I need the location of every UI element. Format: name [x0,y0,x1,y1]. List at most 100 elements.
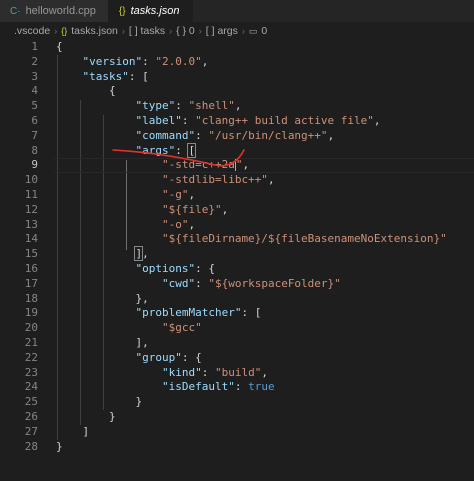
tab-tasks-json[interactable]: {} tasks.json [108,0,193,22]
line-number: 4 [31,84,38,98]
line-number: 21 [24,336,38,349]
chevron-right-icon: › [54,26,58,36]
code-line: 24 "isDefault": true [0,380,474,395]
code-line-current: 9 "-std=c++2a", [0,158,474,174]
chevron-right-icon: › [198,26,202,36]
json-file-icon: {} [61,26,68,36]
line-number: 9 [31,158,38,172]
code-line: 15 ], [0,246,474,262]
json-string: "${workspaceFolder}" [208,276,341,290]
json-key: "tasks" [82,69,129,83]
code-line: 11 "-g", [0,188,474,203]
line-number: 25 [24,395,38,409]
line-number: 2 [31,54,38,68]
json-key: "isDefault" [161,380,235,394]
code-line: 6 "label": "clang++ build active file", [0,114,474,129]
line-number: 8 [31,143,38,157]
code-line: 10 "-stdlib=libc++", [0,173,474,188]
code-line: 5 "type": "shell", [0,99,474,114]
chevron-right-icon: › [241,26,245,36]
json-key: "cwd" [161,276,196,290]
code-line: 19 "problemMatcher": [ [0,306,474,321]
tab-bar: C· helloworld.cpp {} tasks.json [0,0,474,22]
json-key: "type" [135,99,176,113]
json-key: "label" [135,114,182,127]
line-number: 5 [31,99,38,113]
breadcrumb-folder[interactable]: .vscode [14,25,50,37]
chevron-right-icon: › [169,26,173,36]
cpp-file-icon: C· [10,5,21,17]
json-string: "/usr/bin/clang++" [208,128,328,142]
code-line: 4 { [0,84,474,99]
json-key: "problemMatcher" [135,306,242,320]
code-line: 7 "command": "/usr/bin/clang++", [0,129,474,144]
line-number: 19 [24,306,38,320]
code-line: 16 "options": { [0,262,474,277]
code-line: 22 "group": { [0,351,474,366]
json-key: "options" [135,262,196,275]
line-number: 1 [31,40,38,53]
line-number: 11 [24,188,38,201]
json-string: "-stdlib=libc++" [161,173,268,187]
json-key: "group" [135,350,182,364]
line-number: 10 [24,173,38,187]
line-number: 26 [24,410,38,423]
json-key: "command" [135,128,196,142]
tab-label: helloworld.cpp [25,5,96,17]
code-editor[interactable]: 1{ 2 "version": "2.0.0", 3 "tasks": [ 4 … [0,40,474,481]
json-string: "2.0.0" [155,54,202,68]
line-number: 15 [24,247,38,261]
bracket-match: [ [187,142,197,158]
tab-helloworld-cpp[interactable]: C· helloworld.cpp [0,0,109,22]
line-number: 14 [24,232,38,246]
json-key: "kind" [161,365,202,379]
code-line: 28} [0,440,474,455]
code-line: 2 "version": "2.0.0", [0,55,474,70]
breadcrumb-arg-index[interactable]: 0 [261,25,267,37]
line-number: 16 [24,262,38,275]
line-number: 24 [24,380,38,394]
line-number: 17 [24,276,38,290]
code-line: 14 "${fileDirname}/${fileBasenameNoExten… [0,232,474,247]
breadcrumb: .vscode › {} tasks.json › [ ] tasks › { … [0,22,474,40]
code-line: 23 "kind": "build", [0,366,474,381]
json-string: "clang++ build active file" [195,114,374,127]
line-number: 7 [31,128,38,142]
code-line: 8 "args": [ [0,142,474,159]
breadcrumb-file[interactable]: tasks.json [71,25,118,37]
string-symbol-icon: ▭ [248,25,258,36]
code-line: 3 "tasks": [ [0,70,474,85]
json-string: "-g" [161,188,189,201]
json-boolean: true [248,380,275,394]
chevron-right-icon: › [121,26,125,36]
code-line: 13 "-o", [0,218,474,233]
json-string: "build" [214,365,262,379]
breadcrumb-index[interactable]: { } 0 [176,25,195,37]
line-number: 22 [24,350,38,364]
code-line: 12 "${file}", [0,203,474,218]
code-line: 27 ] [0,425,474,440]
code-line: 21 ], [0,336,474,351]
code-line: 26 } [0,410,474,425]
code-line: 18 }, [0,292,474,307]
line-number: 3 [31,69,38,83]
json-string: "$gcc" [161,321,202,335]
json-key: "args" [135,143,176,157]
json-string: "-o" [161,217,189,231]
breadcrumb-tasks[interactable]: [ ] tasks [129,25,165,37]
code-line: 17 "cwd": "${workspaceFolder}" [0,277,474,292]
json-string: "${fileDirname}/${fileBasenameNoExtensio… [161,232,447,246]
line-number: 13 [24,217,38,231]
line-number: 27 [24,424,38,438]
json-file-icon: {} [118,5,126,17]
line-number: 28 [24,439,38,453]
breadcrumb-args[interactable]: [ ] args [206,25,238,37]
line-number: 6 [31,114,38,127]
line-number: 12 [24,202,38,216]
json-key: "version" [82,54,143,68]
line-number: 20 [24,321,38,335]
json-string: "-std=c++2a [161,158,235,172]
code-line: 20 "$gcc" [0,321,474,336]
code-line: 1{ [0,40,474,55]
line-number: 23 [24,365,38,379]
